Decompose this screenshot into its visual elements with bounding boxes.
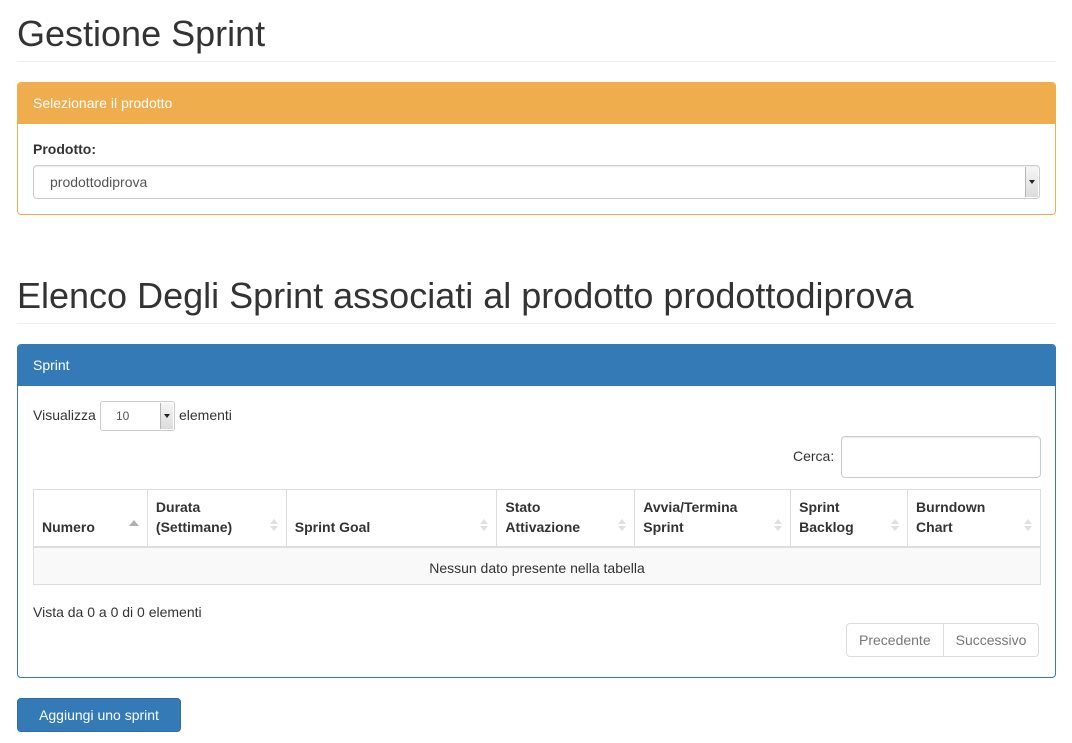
- chevron-down-icon: [1025, 167, 1038, 197]
- sort-icon: [269, 518, 278, 532]
- column-header-durata[interactable]: Durata (Settimane): [146, 489, 287, 548]
- table-header-row: Numero Durata (Settimane) Sprint Goal St…: [33, 489, 1041, 548]
- sort-icon: [1024, 518, 1032, 532]
- page-title: Gestione Sprint: [17, 13, 266, 54]
- table-info: Vista da 0 a 0 di 0 elementi: [33, 604, 202, 620]
- page-length-value: 10: [116, 409, 130, 423]
- column-header-numero[interactable]: Numero: [33, 489, 148, 548]
- sort-icon: [891, 518, 900, 532]
- list-title: Elenco Degli Sprint associati al prodott…: [17, 275, 914, 316]
- product-select[interactable]: prodottodiprova: [33, 165, 1040, 199]
- sprint-panel-heading: Sprint: [18, 345, 1055, 386]
- sort-icon: [480, 518, 489, 532]
- previous-page-button[interactable]: Precedente: [846, 623, 944, 657]
- chevron-down-icon: [160, 403, 173, 429]
- length-prefix: Visualizza: [33, 407, 96, 423]
- column-header-burndown-chart[interactable]: Burndown Chart: [907, 489, 1041, 548]
- product-label: Prodotto:: [33, 141, 96, 157]
- sort-icon: [774, 518, 783, 532]
- sprint-table: Numero Durata (Settimane) Sprint Goal St…: [33, 489, 1041, 585]
- pagination: Precedente Successivo: [846, 623, 1040, 657]
- search-label: Cerca:: [793, 448, 835, 464]
- length-suffix: elementi: [179, 407, 232, 423]
- page-length-select[interactable]: 10: [100, 401, 175, 431]
- column-header-avvia-termina[interactable]: Avvia/Termina Sprint: [634, 489, 792, 548]
- sprint-panel: Sprint Visualizza 10 elementi Cerca: Num…: [17, 344, 1056, 678]
- column-header-sprint-backlog[interactable]: Sprint Backlog: [790, 489, 909, 548]
- add-sprint-button[interactable]: Aggiungi uno sprint: [17, 698, 181, 732]
- list-header: Elenco Degli Sprint associati al prodott…: [17, 276, 1056, 324]
- product-select-value: prodottodiprova: [50, 174, 148, 190]
- search-input[interactable]: [841, 436, 1041, 478]
- sort-asc-icon: [128, 519, 139, 526]
- sort-icon: [618, 518, 627, 532]
- column-header-stato[interactable]: Stato Attivazione: [496, 489, 636, 548]
- page-header: Gestione Sprint: [17, 14, 1056, 62]
- product-panel: Selezionare il prodotto Prodotto: prodot…: [17, 82, 1056, 215]
- empty-table-message: Nessun dato presente nella tabella: [33, 546, 1041, 585]
- product-panel-heading: Selezionare il prodotto: [18, 83, 1055, 124]
- next-page-button[interactable]: Successivo: [943, 623, 1040, 657]
- table-row: Nessun dato presente nella tabella: [33, 546, 1041, 585]
- column-header-sprint-goal[interactable]: Sprint Goal: [285, 489, 498, 548]
